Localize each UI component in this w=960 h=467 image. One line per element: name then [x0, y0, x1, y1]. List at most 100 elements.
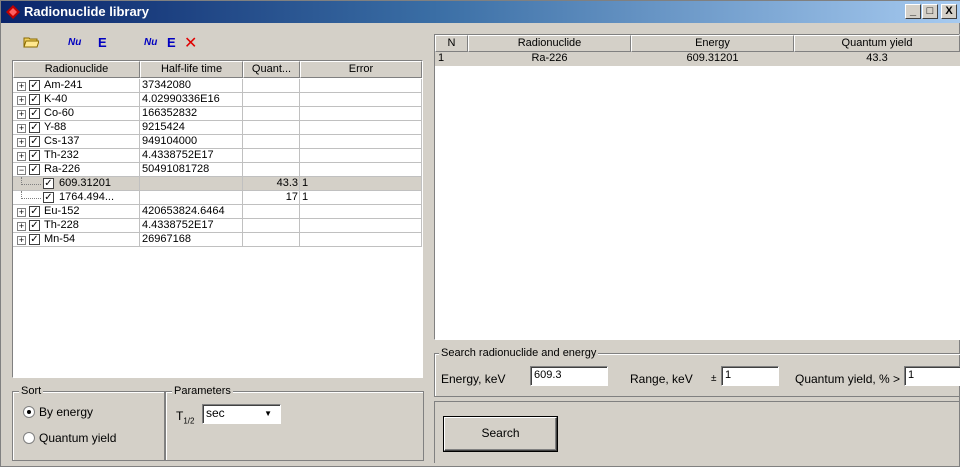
tree-cell-name: + ✓ Th-232: [13, 149, 140, 163]
expand-icon[interactable]: +: [17, 222, 26, 231]
expand-icon[interactable]: +: [17, 236, 26, 245]
tree-cell-halflife: 166352832: [140, 107, 243, 121]
open-folder-icon[interactable]: [23, 35, 39, 49]
expand-icon[interactable]: +: [17, 110, 26, 119]
tree-row[interactable]: + ✓ Mn-54 26967168: [13, 233, 422, 247]
nuclide-checkbox[interactable]: ✓: [29, 234, 40, 245]
tree-connector: [21, 177, 41, 185]
expand-icon[interactable]: +: [17, 82, 26, 91]
tree-cell-quantum: [243, 107, 300, 121]
tree-cell-halflife: 37342080: [140, 79, 243, 93]
col-header-halflife[interactable]: Half-life time: [140, 61, 243, 78]
tree-row[interactable]: − ✓ Ra-226 50491081728: [13, 163, 422, 177]
search-button-area: Search: [434, 401, 960, 463]
tree-cell-error: [300, 107, 422, 121]
nuclide-checkbox[interactable]: ✓: [29, 164, 40, 175]
range-input[interactable]: 1: [721, 366, 779, 386]
tree-cell-name: + ✓ Am-241: [13, 79, 140, 93]
tree-cell-halflife: [140, 177, 243, 191]
close-button[interactable]: X: [941, 4, 957, 19]
maximize-button[interactable]: □: [922, 4, 938, 19]
tree-cell-error: [300, 149, 422, 163]
minimize-button[interactable]: _: [905, 4, 921, 19]
dropdown-arrow-icon[interactable]: ▼: [264, 405, 272, 422]
tree-cell-quantum: [243, 219, 300, 233]
tree-cell-name: + ✓ Eu-152: [13, 205, 140, 219]
tree-cell-error: [300, 121, 422, 135]
add-nuclide-icon[interactable]: Nu: [68, 37, 81, 48]
tree-cell-name: ✓ 1764.494...: [13, 191, 140, 205]
collapse-icon[interactable]: −: [17, 166, 26, 175]
nuclide-name: Th-232: [44, 149, 79, 161]
expand-icon[interactable]: +: [17, 124, 26, 133]
nuclide-checkbox[interactable]: ✓: [29, 136, 40, 147]
sort-by-yield-radio[interactable]: [23, 432, 35, 444]
delete-icon[interactable]: ✕: [184, 33, 197, 53]
tree-cell-halflife: 949104000: [140, 135, 243, 149]
result-yield: 43.3: [866, 52, 888, 64]
tree-cell-error: 1: [300, 177, 422, 191]
expand-icon[interactable]: +: [17, 96, 26, 105]
tree-cell-quantum: [243, 233, 300, 247]
tree-cell-quantum: [243, 163, 300, 177]
nuclide-checkbox[interactable]: ✓: [29, 122, 40, 133]
tree-row[interactable]: ✓ 609.31201 43.3 1: [13, 177, 422, 191]
tree-cell-error: [300, 93, 422, 107]
col-header-radionuclide[interactable]: Radionuclide: [13, 61, 140, 78]
tree-cell-halflife: 4.4338752E17: [140, 219, 243, 233]
remove-nuclide-icon[interactable]: Nu: [144, 37, 157, 48]
tree-row[interactable]: + ✓ Am-241 37342080: [13, 79, 422, 93]
nuclide-checkbox[interactable]: ✓: [29, 80, 40, 91]
remove-energy-icon[interactable]: E: [167, 35, 176, 50]
t-half-label: T1/2: [176, 409, 195, 426]
tree-row[interactable]: + ✓ Th-228 4.4338752E17: [13, 219, 422, 233]
title-bar[interactable]: Radionuclide library _ □ X: [1, 1, 960, 23]
result-n: 1: [438, 52, 445, 64]
tree-row[interactable]: + ✓ Co-60 166352832: [13, 107, 422, 121]
radionuclide-library-window: Radionuclide library _ □ X Nu E Nu E ✕ R…: [0, 0, 960, 467]
col-header-energy[interactable]: Energy: [631, 35, 794, 52]
tree-cell-error: [300, 135, 422, 149]
nuclide-checkbox[interactable]: ✓: [29, 150, 40, 161]
col-header-quantum[interactable]: Quant...: [243, 61, 300, 78]
energy-checkbox[interactable]: ✓: [43, 192, 54, 203]
result-row[interactable]: 1 Ra-226 609.31201 43.3: [435, 52, 960, 66]
results-list[interactable]: N Radionuclide Energy Quantum yield 1 Ra…: [434, 34, 960, 340]
quantum-yield-label: Quantum yield, % >: [795, 372, 901, 386]
half-life-unit-select[interactable]: sec ▼: [202, 404, 281, 424]
col-header-error[interactable]: Error: [300, 61, 422, 78]
tree-row[interactable]: + ✓ K-40 4.02990336E16: [13, 93, 422, 107]
tree-row[interactable]: + ✓ Y-88 9215424: [13, 121, 422, 135]
sort-by-yield-label[interactable]: Quantum yield: [39, 431, 116, 445]
tree-row[interactable]: + ✓ Cs-137 949104000: [13, 135, 422, 149]
tree-row[interactable]: + ✓ Eu-152 420653824.6464: [13, 205, 422, 219]
add-energy-icon[interactable]: E: [98, 35, 107, 50]
tree-row[interactable]: + ✓ Th-232 4.4338752E17: [13, 149, 422, 163]
nuclide-tree[interactable]: Radionuclide Half-life time Quant... Err…: [12, 60, 423, 378]
nuclide-checkbox[interactable]: ✓: [29, 220, 40, 231]
nuclide-checkbox[interactable]: ✓: [29, 206, 40, 217]
energy-input[interactable]: 609.3: [530, 366, 608, 386]
col-header-quantum-yield[interactable]: Quantum yield: [794, 35, 960, 52]
nuclide-checkbox[interactable]: ✓: [29, 94, 40, 105]
quantum-yield-input[interactable]: 1: [904, 366, 960, 386]
sort-by-energy-label[interactable]: By energy: [39, 405, 93, 419]
nuclide-checkbox[interactable]: ✓: [29, 108, 40, 119]
sort-by-energy-radio[interactable]: [23, 406, 35, 418]
expand-icon[interactable]: +: [17, 138, 26, 147]
tree-cell-error: 1: [300, 191, 422, 205]
expand-icon[interactable]: +: [17, 152, 26, 161]
tree-cell-halflife: 4.4338752E17: [140, 149, 243, 163]
search-button[interactable]: Search: [444, 417, 557, 451]
tree-cell-error: [300, 79, 422, 93]
sort-group-label: Sort: [19, 385, 44, 397]
col-header-nuclide[interactable]: Radionuclide: [468, 35, 631, 52]
col-header-n[interactable]: N: [435, 35, 468, 52]
expand-icon[interactable]: +: [17, 208, 26, 217]
sort-group: Sort By energy Quantum yield: [12, 385, 165, 461]
tree-row[interactable]: ✓ 1764.494... 17 1: [13, 191, 422, 205]
nuclide-name: Eu-152: [44, 205, 80, 217]
energy-checkbox[interactable]: ✓: [43, 178, 54, 189]
nuclide-name: Am-241: [44, 79, 83, 91]
energy-line-name: 1764.494...: [59, 191, 115, 203]
